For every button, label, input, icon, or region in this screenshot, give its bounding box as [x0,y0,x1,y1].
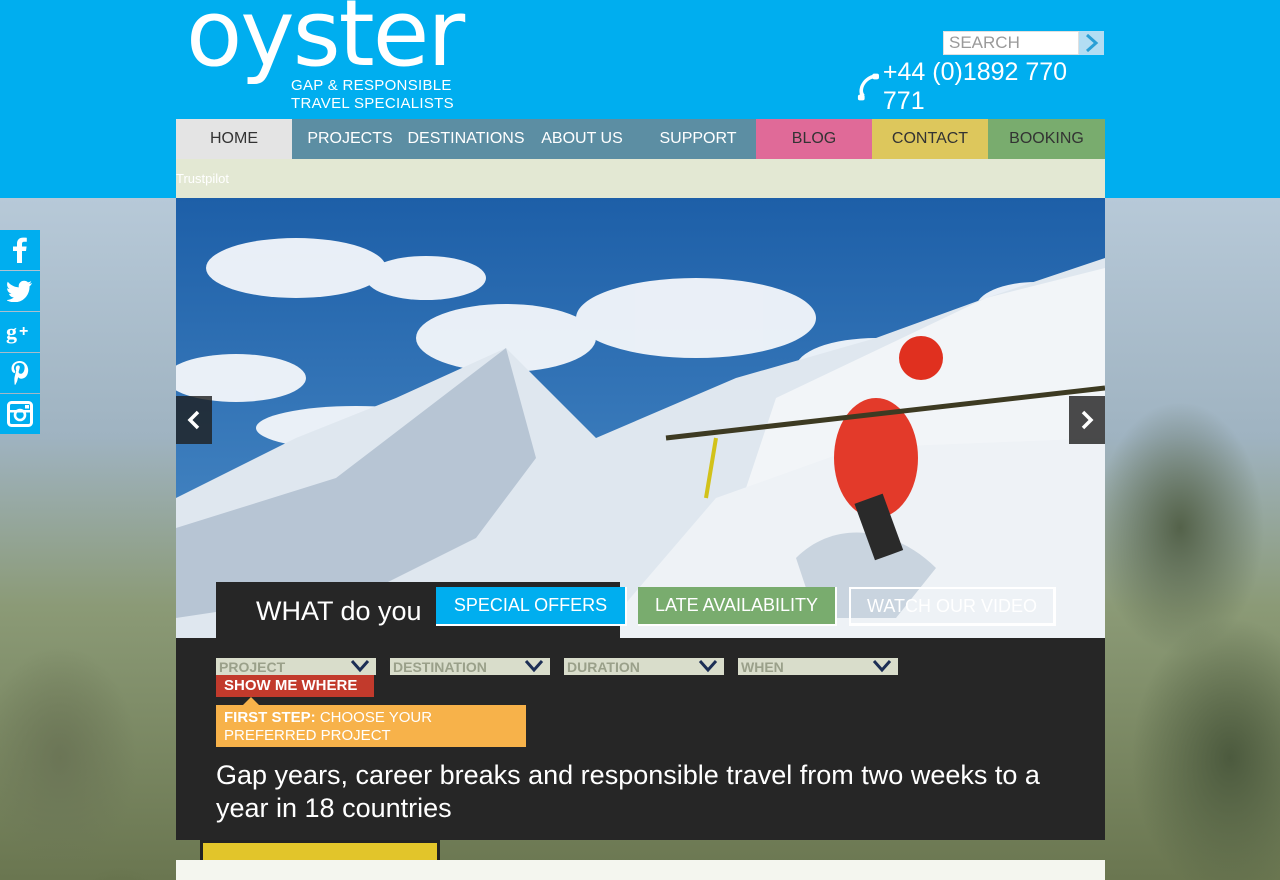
slideshow-prev-button[interactable] [176,396,212,444]
trustpilot-link[interactable]: Trustpilot [176,171,229,186]
nav-item-support[interactable]: SUPPORT [640,119,756,159]
chevron-down-icon [872,660,892,673]
search-form [943,31,1104,55]
when-dropdown[interactable]: WHEN [738,658,898,675]
nav-item-home[interactable]: HOME [176,119,292,159]
google-plus-link[interactable]: g + [0,312,40,352]
search-submit-button[interactable] [1079,31,1104,55]
nav-item-blog[interactable]: BLOG [756,119,872,159]
nav-item-projects[interactable]: PROJECTS [292,119,408,159]
show-me-where-button[interactable]: SHOW ME WHERE [216,675,374,697]
twitter-icon [7,280,32,302]
content-area-top [176,860,1105,880]
trustpilot-bar: Trustpilot [176,159,1105,198]
logo-tagline-line2: TRAVEL SPECIALISTS [291,95,454,112]
phone-contact[interactable]: +44 (0)1892 770 771 [856,58,1106,115]
nav-item-booking[interactable]: BOOKING [988,119,1105,159]
pinterest-link[interactable] [0,353,40,393]
nav-item-contact[interactable]: CONTACT [872,119,988,159]
tip-bold: FIRST STEP: [224,709,316,726]
project-dropdown-label: PROJECT [219,659,286,675]
main-nav: HOME PROJECTS DESTINATIONS ABOUT US SUPPORT B… [176,119,1105,159]
instagram-icon [7,401,33,427]
slideshow-next-button[interactable] [1069,396,1105,444]
facebook-icon [13,237,27,263]
hero-slideshow [176,198,1105,638]
special-offers-button[interactable]: SPECIAL OFFERS [436,587,627,626]
destination-dropdown[interactable]: DESTINATION [390,658,550,675]
chevron-down-icon [350,660,370,673]
instagram-link[interactable] [0,394,40,434]
hero-image-skier [176,198,1105,638]
chevron-right-icon [1081,410,1094,430]
site-logo[interactable]: oyster GAP & RESPONSIBLE TRAVEL SPECIALI… [186,0,476,114]
svg-text:g: g [6,319,17,344]
duration-dropdown-label: DURATION [567,659,640,675]
tip-pointer [243,697,259,705]
facebook-link[interactable] [0,230,40,270]
logo-wordmark: oyster [186,0,465,87]
pinterest-icon [11,361,29,385]
project-dropdown[interactable]: PROJECT [216,658,376,675]
nav-item-destinations[interactable]: DESTINATIONS [407,119,525,159]
chevron-down-icon [524,660,544,673]
search-input[interactable] [943,31,1079,55]
arrow-right-icon [1085,34,1098,52]
chevron-left-icon [187,410,200,430]
nav-item-about-us[interactable]: ABOUT US [524,119,640,159]
site-tagline: Gap years, career breaks and responsible… [216,760,1040,823]
social-sidebar: g + [0,230,40,435]
google-plus-icon: g + [6,319,28,344]
destination-dropdown-label: DESTINATION [393,659,487,675]
first-step-tip: FIRST STEP: CHOOSE YOUR PREFERRED PROJEC… [216,705,526,747]
twitter-link[interactable] [0,271,40,311]
watch-video-button[interactable]: WATCH OUR VIDEO [849,587,1056,626]
logo-tagline-line1: GAP & RESPONSIBLE [291,77,452,94]
logo-tagline: GAP & RESPONSIBLE TRAVEL SPECIALISTS [291,77,454,113]
late-availability-button[interactable]: LATE AVAILABILITY [638,587,837,626]
when-dropdown-label: WHEN [741,659,784,675]
question-heading: WHAT do you [256,596,422,626]
chevron-down-icon [698,660,718,673]
phone-number: +44 (0)1892 770 771 [882,58,1068,115]
svg-text:+: + [19,323,28,340]
phone-icon [857,73,879,101]
duration-dropdown[interactable]: DURATION [564,658,724,675]
